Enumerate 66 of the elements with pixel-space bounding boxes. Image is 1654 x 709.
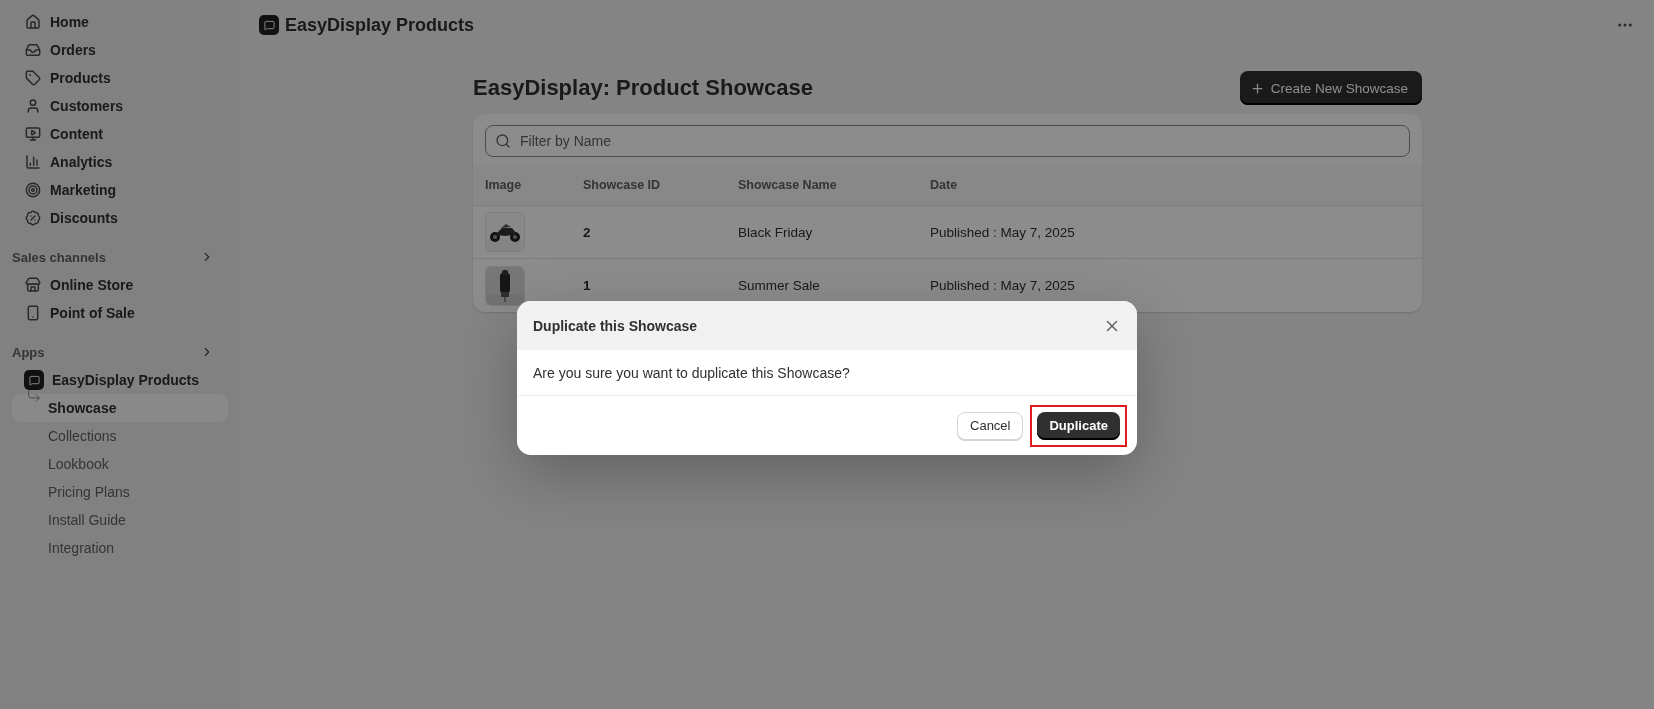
nav-item[interactable]: Orders xyxy=(12,36,228,64)
nav-label: Point of Sale xyxy=(50,305,135,321)
app-logo-icon xyxy=(24,370,44,390)
table-cell: 2 xyxy=(571,206,726,259)
nav-label: Pricing Plans xyxy=(48,484,130,500)
store-icon xyxy=(24,276,42,294)
dialog-title: Duplicate this Showcase xyxy=(533,317,698,334)
nav-item[interactable]: Customers xyxy=(12,92,228,120)
table-cell: Published : May 7, 2025 xyxy=(918,206,1422,259)
nav-label: Analytics xyxy=(50,154,113,170)
nav-label: EasyDisplay Products xyxy=(52,372,200,388)
column-header: Showcase ID xyxy=(571,165,726,206)
cancel-button[interactable]: Cancel xyxy=(957,411,1024,440)
column-header: Showcase Name xyxy=(726,165,918,206)
nav-label: Lookbook xyxy=(48,456,109,472)
sub-nav-item[interactable]: Install Guide xyxy=(12,506,228,534)
column-header: Image xyxy=(473,165,571,206)
branch-arrow-icon xyxy=(26,388,42,404)
search-icon xyxy=(495,133,511,149)
nav-label: Marketing xyxy=(50,182,117,198)
create-showcase-button[interactable]: Create New Showcase xyxy=(1239,71,1422,105)
app-title: EasyDisplay Products xyxy=(285,14,475,36)
nav-item[interactable]: Discounts xyxy=(12,204,228,232)
nav-label: Integration xyxy=(48,540,115,556)
nav-label: Orders xyxy=(50,42,96,58)
nav-label: Collections xyxy=(48,428,117,444)
table-cell-text: 1 xyxy=(582,277,592,295)
sub-nav-item[interactable]: Integration xyxy=(12,534,228,562)
confirm-button[interactable]: Duplicate xyxy=(1037,411,1120,440)
nav-label: Content xyxy=(50,126,103,142)
nav-item[interactable]: Marketing xyxy=(12,176,228,204)
nav-label: Install Guide xyxy=(48,512,126,528)
table-cell-text: Summer Sale xyxy=(737,277,821,295)
sub-nav-item[interactable]: Lookbook xyxy=(12,450,228,478)
nav-label: Products xyxy=(50,70,111,86)
target-icon xyxy=(24,181,42,199)
nav-label: Discounts xyxy=(50,210,118,226)
monitor-icon xyxy=(24,125,42,143)
nav-item[interactable]: Home xyxy=(12,8,228,36)
nav-item[interactable]: EasyDisplay Products xyxy=(12,366,228,394)
house-icon xyxy=(24,13,42,31)
plus-icon xyxy=(1249,80,1265,96)
nav-item[interactable]: Products xyxy=(12,64,228,92)
bar-chart-icon xyxy=(24,153,42,171)
table-cell: Black Friday xyxy=(726,206,918,259)
table-cell-text: Published : May 7, 2025 xyxy=(929,277,1076,295)
section-title: Apps xyxy=(12,344,45,360)
inbox-icon xyxy=(24,41,42,59)
nav-label: Showcase xyxy=(48,400,117,416)
nav-item[interactable]: Analytics xyxy=(12,148,228,176)
sub-nav-item[interactable]: Pricing Plans xyxy=(12,478,228,506)
nav-item[interactable]: Online Store xyxy=(12,271,228,299)
nav-label: Customers xyxy=(50,98,124,114)
app-logo-icon xyxy=(259,15,279,35)
tag-icon xyxy=(24,69,42,87)
dialog-message: Are you sure you want to duplicate this Showcase? xyxy=(517,350,1137,396)
column-header: Date xyxy=(918,165,1422,206)
nav-label: Home xyxy=(50,14,89,30)
nav-item[interactable]: Point of Sale xyxy=(12,299,228,327)
nav-item[interactable]: Content xyxy=(12,120,228,148)
search-field[interactable]: Filter by Name xyxy=(485,125,1410,157)
section-title: Sales channels xyxy=(12,249,106,265)
nav-label: Online Store xyxy=(50,277,134,293)
discount-badge-icon xyxy=(24,209,42,227)
sub-nav-item[interactable]: Collections xyxy=(12,422,228,450)
page-title: EasyDisplay: Product Showcase xyxy=(473,75,813,101)
